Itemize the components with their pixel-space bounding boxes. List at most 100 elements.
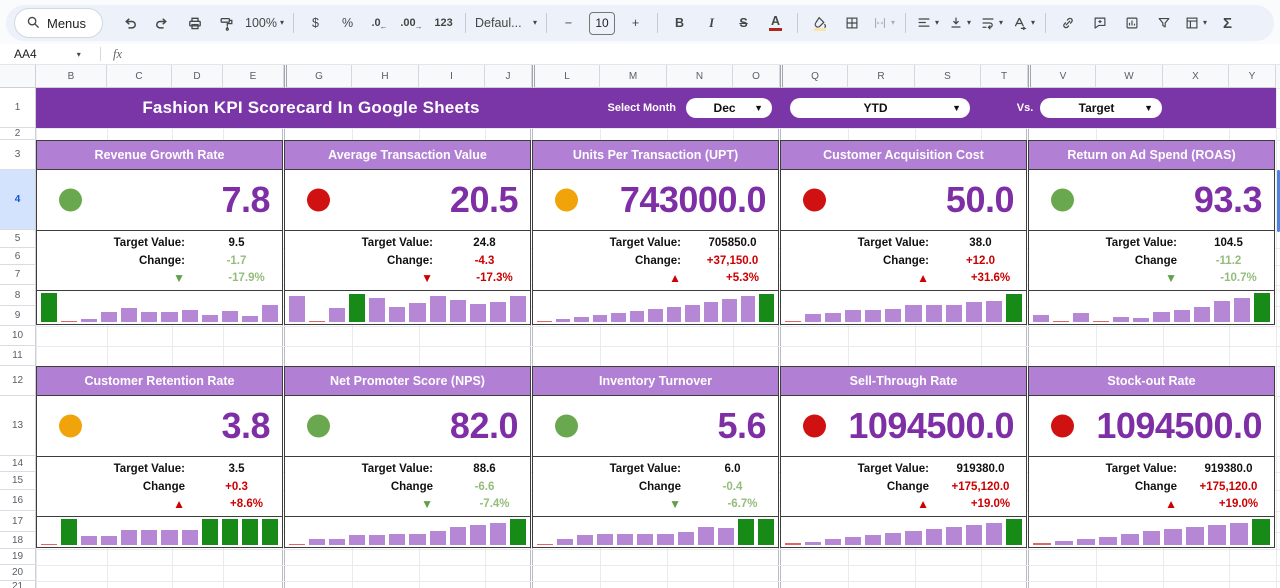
column-header-L[interactable]: L bbox=[532, 65, 600, 88]
kpi-details[interactable]: Target Value: 3.5 Change +0.3 ▲ +8.6% bbox=[37, 457, 282, 517]
kpi-value-cell[interactable]: 82.0 bbox=[285, 396, 530, 457]
select-all-corner[interactable] bbox=[0, 65, 36, 88]
paint-format-button[interactable] bbox=[210, 10, 241, 36]
borders-button[interactable] bbox=[836, 10, 867, 36]
print-button[interactable] bbox=[178, 10, 209, 36]
column-header-Q[interactable]: Q bbox=[780, 65, 848, 88]
column-header-H[interactable]: H bbox=[352, 65, 419, 88]
kpi-details[interactable]: Target Value: 705850.0 Change: +37,150.0… bbox=[533, 231, 778, 291]
kpi-card-return-on-ad-spend-roas[interactable]: Return on Ad Spend (ROAS) 93.3 Target Va… bbox=[1028, 140, 1275, 325]
column-header-D[interactable]: D bbox=[172, 65, 223, 88]
zoom-button[interactable]: 100% ▾ bbox=[242, 10, 287, 36]
kpi-card-header[interactable]: Average Transaction Value bbox=[285, 141, 530, 170]
vertical-align-button[interactable]: ▾ bbox=[944, 10, 975, 36]
italic-button[interactable]: I bbox=[696, 10, 727, 36]
column-header-C[interactable]: C bbox=[107, 65, 172, 88]
kpi-card-header[interactable]: Return on Ad Spend (ROAS) bbox=[1029, 141, 1274, 170]
kpi-card-header[interactable]: Revenue Growth Rate bbox=[37, 141, 282, 170]
column-header-B[interactable]: B bbox=[36, 65, 107, 88]
column-header-V[interactable]: V bbox=[1028, 65, 1096, 88]
kpi-card-average-transaction-value[interactable]: Average Transaction Value 20.5 Target Va… bbox=[284, 140, 531, 325]
formula-input[interactable] bbox=[122, 44, 1280, 64]
kpi-card-header[interactable]: Stock-out Rate bbox=[1029, 367, 1274, 396]
compare-dropdown[interactable]: Target ▼ bbox=[1040, 98, 1162, 118]
format-currency-button[interactable]: $ bbox=[300, 10, 331, 36]
decrease-decimals-button[interactable]: .0← bbox=[364, 10, 395, 36]
text-rotation-button[interactable]: ▾ bbox=[1008, 10, 1039, 36]
kpi-value-cell[interactable]: 50.0 bbox=[781, 170, 1026, 231]
strikethrough-button[interactable]: S bbox=[728, 10, 759, 36]
kpi-value-cell[interactable]: 20.5 bbox=[285, 170, 530, 231]
column-header-E[interactable]: E bbox=[223, 65, 284, 88]
horizontal-align-button[interactable]: ▾ bbox=[912, 10, 943, 36]
kpi-details[interactable]: Target Value: 104.5 Change -11.2 ▼ -10.7… bbox=[1029, 231, 1274, 291]
menus-button[interactable]: Menus bbox=[14, 8, 103, 38]
kpi-card-inventory-turnover[interactable]: Inventory Turnover 5.6 Target Value: 6.0… bbox=[532, 366, 779, 548]
create-filter-button[interactable] bbox=[1148, 10, 1179, 36]
font-size-input[interactable]: 10 bbox=[589, 12, 615, 35]
kpi-card-customer-acquisition-cost[interactable]: Customer Acquisition Cost 50.0 Target Va… bbox=[780, 140, 1027, 325]
kpi-card-revenue-growth-rate[interactable]: Revenue Growth Rate 7.8 Target Value: 9.… bbox=[36, 140, 283, 325]
kpi-card-header[interactable]: Customer Retention Rate bbox=[37, 367, 282, 396]
column-header-N[interactable]: N bbox=[667, 65, 733, 88]
kpi-details[interactable]: Target Value: 24.8 Change: -4.3 ▼ -17.3% bbox=[285, 231, 530, 291]
kpi-card-net-promoter-score-nps[interactable]: Net Promoter Score (NPS) 82.0 Target Val… bbox=[284, 366, 531, 548]
table-views-button[interactable]: ▾ bbox=[1180, 10, 1211, 36]
column-header-I[interactable]: I bbox=[419, 65, 485, 88]
kpi-card-header[interactable]: Net Promoter Score (NPS) bbox=[285, 367, 530, 396]
month-dropdown[interactable]: Dec ▼ bbox=[686, 98, 772, 118]
decrease-font-size-button[interactable]: − bbox=[553, 10, 584, 36]
bold-button[interactable]: B bbox=[664, 10, 695, 36]
kpi-card-stock-out-rate[interactable]: Stock-out Rate 1094500.0 Target Value: 9… bbox=[1028, 366, 1275, 548]
kpi-card-header[interactable]: Sell-Through Rate bbox=[781, 367, 1026, 396]
kpi-card-header[interactable]: Inventory Turnover bbox=[533, 367, 778, 396]
kpi-value-cell[interactable]: 743000.0 bbox=[533, 170, 778, 231]
kpi-details[interactable]: Target Value: 38.0 Change: +12.0 ▲ +31.6… bbox=[781, 231, 1026, 291]
kpi-card-header[interactable]: Customer Acquisition Cost bbox=[781, 141, 1026, 170]
functions-button[interactable]: Σ bbox=[1212, 10, 1243, 36]
column-header-M[interactable]: M bbox=[600, 65, 667, 88]
kpi-details[interactable]: Target Value: 9.5 Change: -1.7 ▼ -17.9% bbox=[37, 231, 282, 291]
kpi-value-cell[interactable]: 1094500.0 bbox=[781, 396, 1026, 457]
kpi-value-cell[interactable]: 3.8 bbox=[37, 396, 282, 457]
text-wrap-button[interactable]: ▾ bbox=[976, 10, 1007, 36]
insert-link-button[interactable] bbox=[1052, 10, 1083, 36]
kpi-value-cell[interactable]: 1094500.0 bbox=[1029, 396, 1274, 457]
column-header-G[interactable]: G bbox=[284, 65, 352, 88]
increase-decimals-button[interactable]: .00→ bbox=[396, 10, 427, 36]
kpi-card-customer-retention-rate[interactable]: Customer Retention Rate 3.8 Target Value… bbox=[36, 366, 283, 548]
redo-button[interactable] bbox=[146, 10, 177, 36]
kpi-details[interactable]: Target Value: 6.0 Change -0.4 ▼ -6.7% bbox=[533, 457, 778, 517]
font-name-button[interactable]: Defaul... ▾ bbox=[472, 10, 540, 36]
kpi-card-sell-through-rate[interactable]: Sell-Through Rate 1094500.0 Target Value… bbox=[780, 366, 1027, 548]
column-header-T[interactable]: T bbox=[981, 65, 1028, 88]
kpi-details[interactable]: Target Value: 88.6 Change -6.6 ▼ -7.4% bbox=[285, 457, 530, 517]
merge-cells-button[interactable]: ▾ bbox=[868, 10, 899, 36]
column-header-S[interactable]: S bbox=[915, 65, 981, 88]
insert-comment-button[interactable] bbox=[1084, 10, 1115, 36]
name-box[interactable]: AA4 ▾ bbox=[0, 47, 100, 61]
kpi-details[interactable]: Target Value: 919380.0 Change +175,120.0… bbox=[1029, 457, 1274, 517]
column-header-Y[interactable]: Y bbox=[1229, 65, 1276, 88]
column-header-W[interactable]: W bbox=[1096, 65, 1163, 88]
text-color-button[interactable]: A bbox=[760, 10, 791, 36]
kpi-value-cell[interactable]: 7.8 bbox=[37, 170, 282, 231]
fill-color-button[interactable] bbox=[804, 10, 835, 36]
column-header-R[interactable]: R bbox=[848, 65, 915, 88]
italic-label: I bbox=[709, 16, 714, 31]
column-header-X[interactable]: X bbox=[1163, 65, 1229, 88]
more-formats-button[interactable]: 123 bbox=[428, 10, 459, 36]
column-header-J[interactable]: J bbox=[485, 65, 532, 88]
fx-icon[interactable]: fx bbox=[113, 47, 122, 62]
increase-font-size-button[interactable]: + bbox=[620, 10, 651, 36]
kpi-value-cell[interactable]: 93.3 bbox=[1029, 170, 1274, 231]
insert-chart-button[interactable] bbox=[1116, 10, 1147, 36]
kpi-card-units-per-transaction-upt[interactable]: Units Per Transaction (UPT) 743000.0 Tar… bbox=[532, 140, 779, 325]
kpi-value-cell[interactable]: 5.6 bbox=[533, 396, 778, 457]
period-dropdown[interactable]: YTD ▼ bbox=[790, 98, 970, 118]
undo-button[interactable] bbox=[114, 10, 145, 36]
kpi-details[interactable]: Target Value: 919380.0 Change +175,120.0… bbox=[781, 457, 1026, 517]
format-percent-button[interactable]: % bbox=[332, 10, 363, 36]
kpi-card-header[interactable]: Units Per Transaction (UPT) bbox=[533, 141, 778, 170]
column-header-O[interactable]: O bbox=[733, 65, 780, 88]
